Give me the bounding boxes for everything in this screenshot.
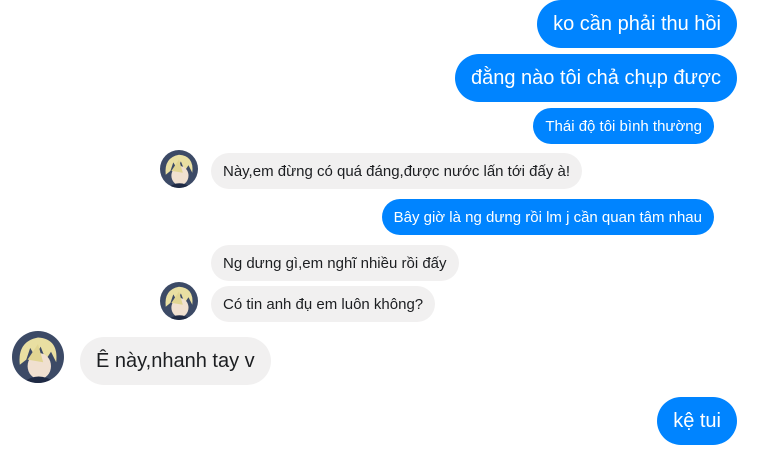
message-bubble-outgoing[interactable]: Bây giờ là ng dưng rồi lm j cần quan tâm… bbox=[381, 199, 714, 235]
message-bubble-outgoing[interactable]: ko cần phải thu hồi bbox=[537, 0, 737, 48]
avatar-icon bbox=[160, 282, 198, 320]
message-bubble-incoming[interactable]: Này,em đừng có quá đáng,được nước lấn tớ… bbox=[211, 153, 583, 189]
contact-avatar[interactable] bbox=[160, 282, 198, 320]
message-bubble-incoming[interactable]: Ng dưng gì,em nghĩ nhiều rồi đấy bbox=[211, 245, 459, 281]
message-bubble-incoming[interactable]: Có tin anh đụ em luôn không? bbox=[211, 286, 436, 322]
avatar-icon bbox=[12, 331, 64, 383]
contact-avatar[interactable] bbox=[160, 150, 198, 188]
message-bubble-incoming[interactable]: Ê này,nhanh tay v bbox=[80, 337, 271, 385]
message-bubble-outgoing[interactable]: kệ tui bbox=[657, 397, 737, 445]
contact-avatar[interactable] bbox=[12, 331, 64, 383]
message-bubble-outgoing[interactable]: Thái độ tôi bình thường bbox=[533, 108, 714, 144]
avatar-icon bbox=[160, 150, 198, 188]
message-bubble-outgoing[interactable]: đằng nào tôi chả chụp được bbox=[454, 54, 737, 102]
